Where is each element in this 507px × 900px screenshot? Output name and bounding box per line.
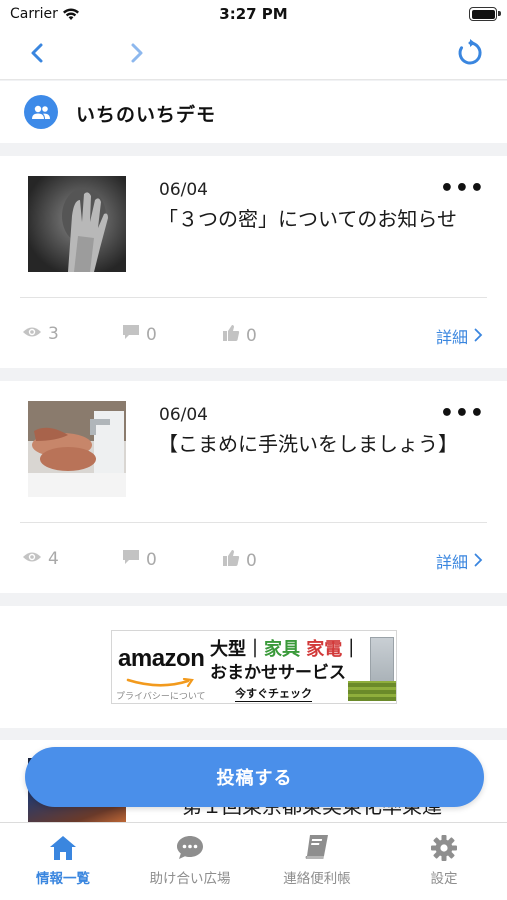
eye-icon (22, 549, 42, 569)
comment-count: 0 (122, 324, 157, 345)
tab-help-square[interactable]: 助け合い広場 (127, 833, 253, 887)
view-count: 3 (22, 324, 59, 344)
back-arrow-icon[interactable] (24, 39, 52, 67)
post-date: 06/04 (159, 180, 208, 200)
comment-icon (122, 549, 140, 570)
like-count-value: 0 (246, 550, 257, 571)
comment-count: 0 (122, 549, 157, 570)
home-icon (0, 833, 126, 863)
comment-icon (122, 324, 140, 345)
view-count-value: 4 (48, 549, 59, 569)
post-stats: 4 0 0 詳細 (0, 549, 507, 573)
ad-headline-furniture: 家具 (264, 639, 300, 660)
refresh-icon[interactable] (455, 38, 485, 68)
navigation-bar (0, 30, 507, 80)
tab-label: 連絡便利帳 (283, 871, 351, 887)
ad-subline: おまかせサービス (210, 663, 346, 683)
forward-arrow-icon[interactable] (122, 39, 150, 67)
ad-headline-prefix: 大型｜ (210, 639, 264, 660)
clock: 3:27 PM (219, 5, 288, 23)
ad-headline-appliance: 家電 (306, 639, 343, 660)
more-options-icon[interactable]: ••• (440, 176, 485, 201)
detail-link[interactable]: 詳細 (436, 549, 483, 573)
post-stats: 3 0 0 詳細 (0, 324, 507, 348)
tab-label: 助け合い広場 (149, 871, 231, 887)
post-title[interactable]: 【こまめに手洗いをしましょう】 (158, 429, 488, 459)
tab-info-list[interactable]: 情報一覧 (0, 833, 126, 887)
book-icon (254, 833, 380, 863)
comment-count-value: 0 (146, 324, 157, 345)
like-count-value: 0 (246, 325, 257, 346)
chat-bubble-icon (127, 833, 253, 863)
detail-label: 詳細 (435, 553, 468, 572)
ad-privacy-link[interactable]: プライバシーについて (116, 689, 206, 702)
post-card[interactable]: 06/04 ••• 「３つの密」についてのお知らせ 3 0 0 詳細 (0, 156, 507, 368)
ad-cta-link[interactable]: 今すぐチェック (235, 685, 312, 702)
tatami-image (348, 681, 396, 701)
chevron-right-icon (474, 327, 483, 346)
post-thumbnail (28, 176, 126, 272)
view-count: 4 (22, 549, 59, 569)
like-count[interactable]: 0 (222, 324, 257, 347)
tab-contact-book[interactable]: 連絡便利帳 (254, 833, 380, 887)
chevron-right-icon (474, 552, 483, 571)
amazon-logo: amazon (118, 645, 205, 672)
tab-settings[interactable]: 設定 (381, 833, 507, 887)
group-name: いちのいちデモ (76, 104, 217, 126)
amazon-ad-banner[interactable]: amazon 大型｜家具 家電｜ おまかせサービス プライバシーについて 今すぐ… (111, 630, 397, 704)
divider (20, 522, 487, 523)
thumbs-up-icon (222, 324, 240, 347)
divider (20, 297, 487, 298)
battery-icon (469, 7, 501, 21)
ad-headline-suffix: ｜ (342, 639, 361, 660)
tab-bar: 情報一覧 助け合い広場 連絡便利帳 設定 (0, 822, 507, 900)
detail-link[interactable]: 詳細 (436, 324, 483, 348)
post-title[interactable]: 「３つの密」についてのお知らせ (158, 204, 488, 234)
detail-label: 詳細 (435, 328, 468, 347)
gear-icon (381, 833, 507, 863)
group-icon (24, 95, 58, 129)
post-card[interactable]: 06/04 ••• 【こまめに手洗いをしましょう】 4 0 0 詳細 (0, 381, 507, 593)
view-count-value: 3 (48, 324, 59, 344)
more-options-icon[interactable]: ••• (440, 401, 485, 426)
eye-icon (22, 324, 42, 344)
post-date: 06/04 (159, 405, 208, 425)
group-header: いちのいちデモ (0, 81, 507, 143)
thumbs-up-icon (222, 549, 240, 572)
comment-count-value: 0 (146, 549, 157, 570)
tab-label: 設定 (430, 871, 458, 887)
like-count[interactable]: 0 (222, 549, 257, 572)
status-bar: Carrier 3:27 PM (0, 0, 507, 30)
post-thumbnail (28, 401, 126, 497)
app-screen: Carrier 3:27 PM いちのいちデモ 06/04 ••• 「３つの密」… (0, 0, 507, 900)
tab-label: 情報一覧 (36, 871, 90, 887)
fridge-image (370, 637, 394, 683)
ad-area: amazon 大型｜家具 家電｜ おまかせサービス プライバシーについて 今すぐ… (0, 606, 507, 728)
post-button[interactable]: 投稿する (25, 747, 484, 807)
